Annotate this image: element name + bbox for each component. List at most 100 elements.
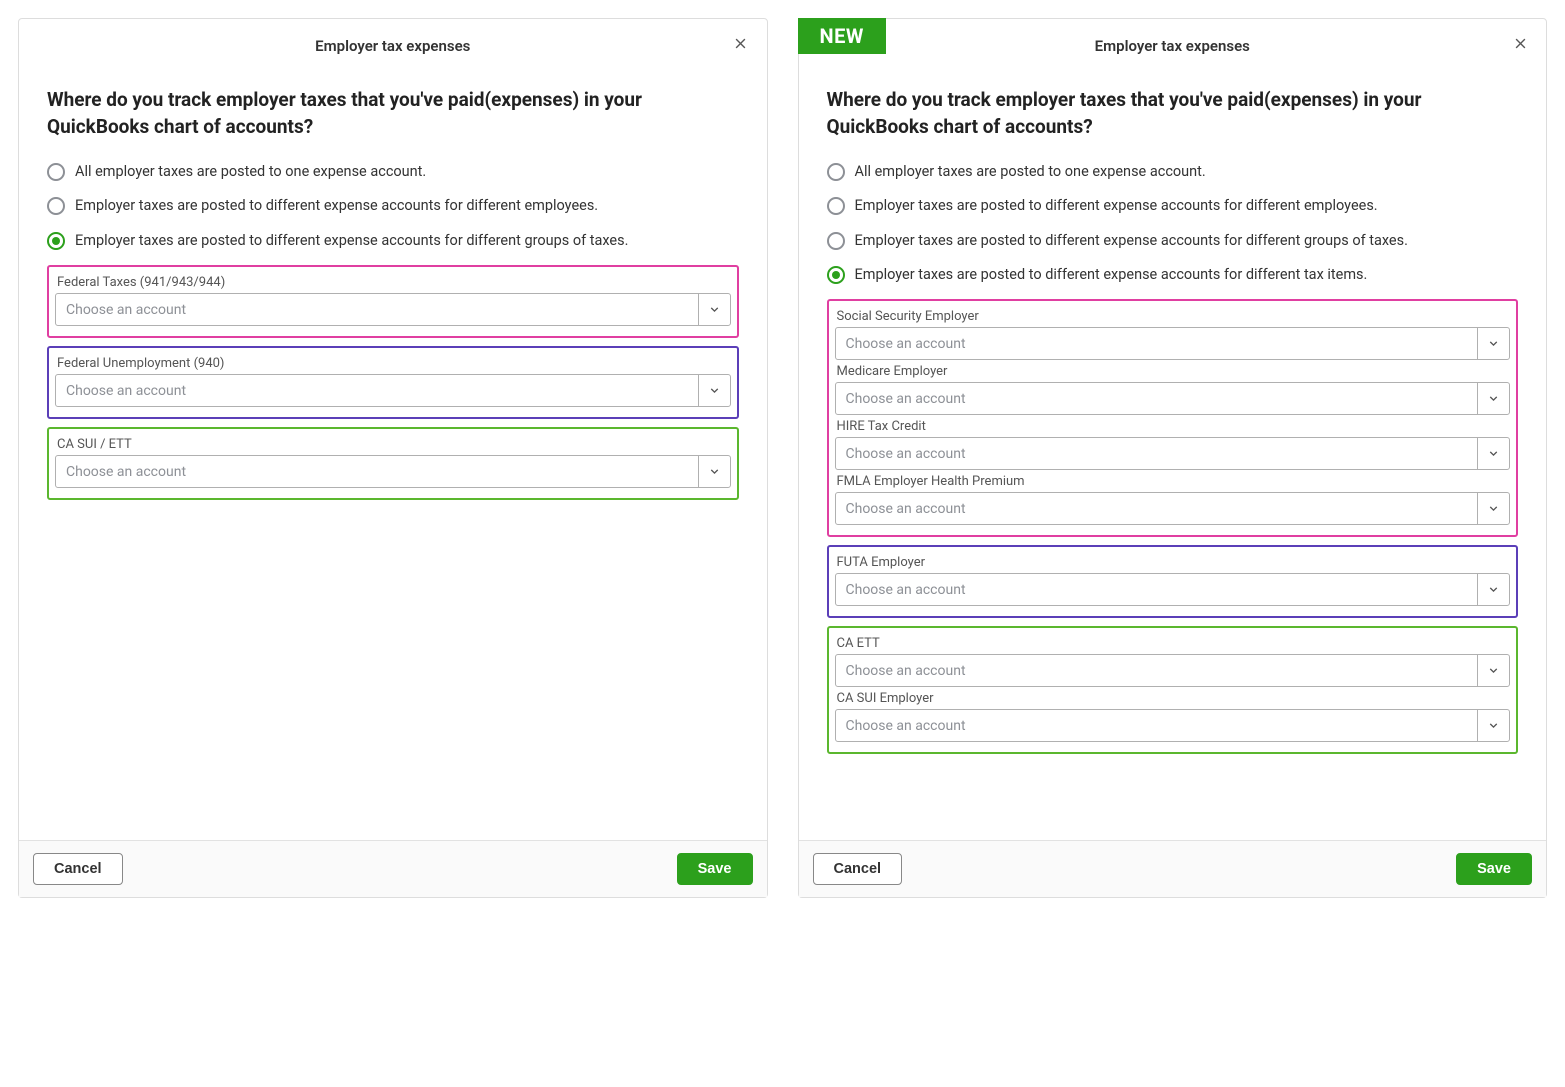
select-placeholder: Choose an account <box>56 294 698 325</box>
radio-circle-icon <box>47 232 65 250</box>
field-label: Social Security Employer <box>837 309 1511 324</box>
group-federal-tax-items: Social Security Employer Choose an accou… <box>827 299 1519 537</box>
save-button[interactable]: Save <box>1456 853 1532 885</box>
select-placeholder: Choose an account <box>56 456 698 487</box>
panel-body-left: Where do you track employer taxes that y… <box>19 67 767 840</box>
comparison-container: Employer tax expenses Where do you track… <box>18 18 1547 898</box>
field-label: HIRE Tax Credit <box>837 419 1511 434</box>
close-button[interactable] <box>729 33 753 57</box>
chevron-down-icon <box>1477 710 1509 741</box>
close-icon <box>1513 36 1528 55</box>
field-fmla-premium: FMLA Employer Health Premium Choose an a… <box>835 474 1511 525</box>
radio-circle-icon <box>827 197 845 215</box>
field-label: Medicare Employer <box>837 364 1511 379</box>
field-federal-taxes: Federal Taxes (941/943/944) Choose an ac… <box>55 275 731 326</box>
radio-circle-icon <box>827 266 845 284</box>
radio-label: Employer taxes are posted to different e… <box>855 265 1368 285</box>
account-select[interactable]: Choose an account <box>55 374 731 407</box>
field-federal-unemployment: Federal Unemployment (940) Choose an acc… <box>55 356 731 407</box>
radio-group: All employer taxes are posted to one exp… <box>827 162 1519 285</box>
question-heading: Where do you track employer taxes that y… <box>47 87 739 140</box>
radio-option-one-account[interactable]: All employer taxes are posted to one exp… <box>47 162 739 182</box>
radio-option-by-group[interactable]: Employer taxes are posted to different e… <box>47 231 739 251</box>
panel-footer: Cancel Save <box>19 840 767 897</box>
field-medicare: Medicare Employer Choose an account <box>835 364 1511 415</box>
field-label: CA ETT <box>837 636 1511 651</box>
chevron-down-icon <box>1477 574 1509 605</box>
chevron-down-icon <box>1477 328 1509 359</box>
group-ca-items: CA ETT Choose an account CA SUI Employer… <box>827 626 1519 754</box>
chevron-down-icon <box>1477 438 1509 469</box>
radio-dot-icon <box>832 271 840 279</box>
select-placeholder: Choose an account <box>836 493 1478 524</box>
field-ca-sui-ett: CA SUI / ETT Choose an account <box>55 437 731 488</box>
field-futa: FUTA Employer Choose an account <box>835 555 1511 606</box>
field-label: CA SUI / ETT <box>57 437 731 452</box>
chevron-down-icon <box>1477 655 1509 686</box>
account-select[interactable]: Choose an account <box>835 492 1511 525</box>
radio-label: Employer taxes are posted to different e… <box>75 196 598 216</box>
cancel-button[interactable]: Cancel <box>813 853 903 885</box>
radio-option-by-tax-item[interactable]: Employer taxes are posted to different e… <box>827 265 1519 285</box>
select-placeholder: Choose an account <box>836 383 1478 414</box>
chevron-down-icon <box>1477 493 1509 524</box>
group-federal-unemployment: Federal Unemployment (940) Choose an acc… <box>47 346 739 419</box>
radio-dot-icon <box>52 237 60 245</box>
panel-title: Employer tax expenses <box>315 37 470 55</box>
radio-circle-icon <box>827 232 845 250</box>
select-placeholder: Choose an account <box>836 574 1478 605</box>
field-ca-sui: CA SUI Employer Choose an account <box>835 691 1511 742</box>
chevron-down-icon <box>698 294 730 325</box>
chevron-down-icon <box>698 375 730 406</box>
field-hire-tax-credit: HIRE Tax Credit Choose an account <box>835 419 1511 470</box>
close-icon <box>733 36 748 55</box>
panel-title: Employer tax expenses <box>1095 37 1250 55</box>
radio-circle-icon <box>47 197 65 215</box>
account-select[interactable]: Choose an account <box>835 437 1511 470</box>
account-select[interactable]: Choose an account <box>835 327 1511 360</box>
panel-right: NEW Employer tax expenses Where do you t… <box>798 18 1548 898</box>
panel-header-left: Employer tax expenses <box>19 19 767 67</box>
field-label: FMLA Employer Health Premium <box>837 474 1511 489</box>
save-button[interactable]: Save <box>677 853 753 885</box>
radio-option-by-group[interactable]: Employer taxes are posted to different e… <box>827 231 1519 251</box>
select-placeholder: Choose an account <box>836 438 1478 469</box>
panel-footer: Cancel Save <box>799 840 1547 897</box>
panel-header-right: Employer tax expenses <box>799 19 1547 67</box>
radio-label: All employer taxes are posted to one exp… <box>855 162 1206 182</box>
field-label: CA SUI Employer <box>837 691 1511 706</box>
radio-label: Employer taxes are posted to different e… <box>855 196 1378 216</box>
account-select[interactable]: Choose an account <box>835 709 1511 742</box>
account-select[interactable]: Choose an account <box>835 573 1511 606</box>
radio-circle-icon <box>827 163 845 181</box>
select-placeholder: Choose an account <box>56 375 698 406</box>
radio-label: Employer taxes are posted to different e… <box>75 231 628 251</box>
radio-option-by-employee[interactable]: Employer taxes are posted to different e… <box>47 196 739 216</box>
cancel-button[interactable]: Cancel <box>33 853 123 885</box>
account-select[interactable]: Choose an account <box>835 382 1511 415</box>
radio-label: Employer taxes are posted to different e… <box>855 231 1408 251</box>
chevron-down-icon <box>698 456 730 487</box>
panel-body-right: Where do you track employer taxes that y… <box>799 67 1547 840</box>
radio-circle-icon <box>47 163 65 181</box>
field-social-security: Social Security Employer Choose an accou… <box>835 309 1511 360</box>
group-ca-sui-ett: CA SUI / ETT Choose an account <box>47 427 739 500</box>
account-select[interactable]: Choose an account <box>55 455 731 488</box>
account-select[interactable]: Choose an account <box>835 654 1511 687</box>
radio-option-by-employee[interactable]: Employer taxes are posted to different e… <box>827 196 1519 216</box>
account-select[interactable]: Choose an account <box>55 293 731 326</box>
select-placeholder: Choose an account <box>836 710 1478 741</box>
group-futa: FUTA Employer Choose an account <box>827 545 1519 618</box>
field-ca-ett: CA ETT Choose an account <box>835 636 1511 687</box>
field-label: Federal Unemployment (940) <box>57 356 731 371</box>
chevron-down-icon <box>1477 383 1509 414</box>
field-label: Federal Taxes (941/943/944) <box>57 275 731 290</box>
select-placeholder: Choose an account <box>836 328 1478 359</box>
close-button[interactable] <box>1508 33 1532 57</box>
radio-label: All employer taxes are posted to one exp… <box>75 162 426 182</box>
group-federal-taxes: Federal Taxes (941/943/944) Choose an ac… <box>47 265 739 338</box>
panel-left: Employer tax expenses Where do you track… <box>18 18 768 898</box>
radio-option-one-account[interactable]: All employer taxes are posted to one exp… <box>827 162 1519 182</box>
question-heading: Where do you track employer taxes that y… <box>827 87 1519 140</box>
field-label: FUTA Employer <box>837 555 1511 570</box>
